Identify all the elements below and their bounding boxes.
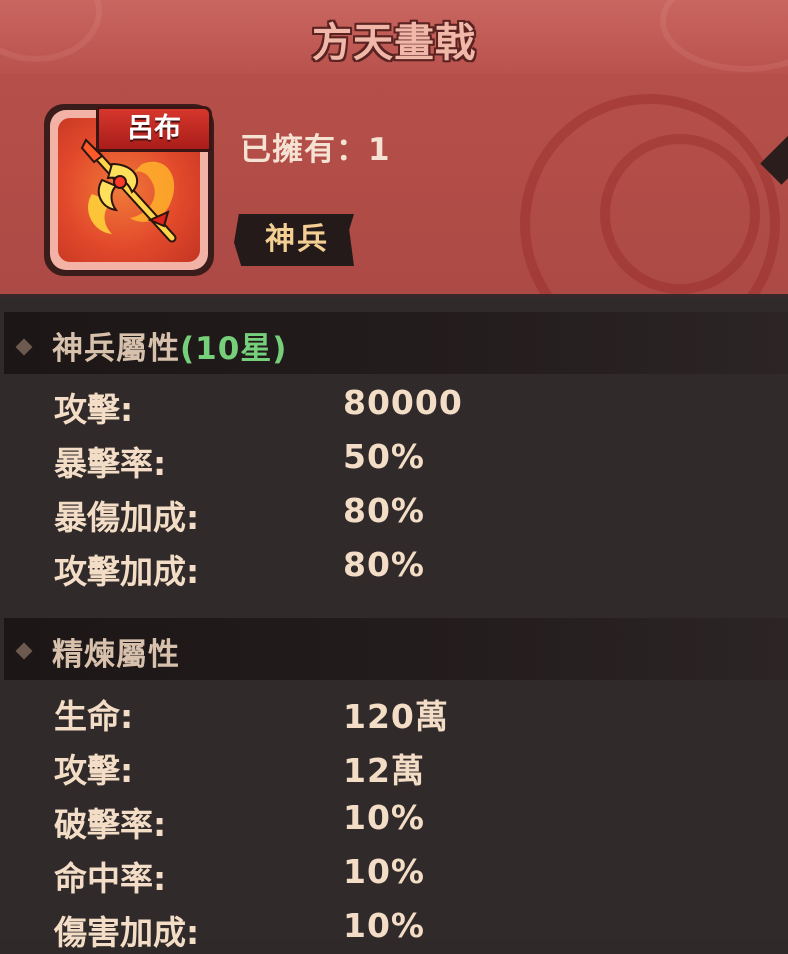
stat-label: 攻擊加成: <box>54 552 200 591</box>
section-title-text: 神兵屬性 <box>52 331 180 367</box>
stat-value: 10% <box>343 852 425 891</box>
stat-label: 暴傷加成: <box>54 498 200 537</box>
item-title: 方天畫戟 <box>312 20 476 66</box>
stat-label: 攻擊: <box>54 390 134 429</box>
owned-label: 已擁有： <box>240 132 368 168</box>
stat-label: 攻擊: <box>54 751 134 790</box>
section-title: 精煉屬性 <box>52 629 180 674</box>
stat-value: 80000 <box>343 383 463 422</box>
stat-label: 命中率: <box>54 859 167 898</box>
stat-value: 10% <box>343 906 425 945</box>
stat-value: 10% <box>343 798 425 837</box>
stat-label: 破擊率: <box>54 805 167 844</box>
section-title: 神兵屬性(10星) <box>52 323 287 368</box>
stat-label: 生命: <box>54 697 134 736</box>
header-swirl-ornament <box>600 134 760 294</box>
stat-label: 暴擊率: <box>54 444 167 483</box>
stat-value: 80% <box>343 491 425 530</box>
rarity-label: 神兵 <box>265 222 329 257</box>
stat-value: 12萬 <box>343 751 425 790</box>
section-title-text: 精煉屬性 <box>52 637 180 673</box>
owned-count: 1 <box>368 132 391 168</box>
stat-label: 傷害加成: <box>54 913 200 952</box>
stat-value: 50% <box>343 437 425 476</box>
star-level: (10星) <box>180 331 288 367</box>
owner-tag: 呂布 <box>96 106 212 152</box>
owned-count-line: 已擁有：1 <box>240 124 391 169</box>
title-bar: 方天畫戟 <box>0 0 788 74</box>
stat-value: 120萬 <box>343 697 449 736</box>
stat-value: 80% <box>343 545 425 584</box>
